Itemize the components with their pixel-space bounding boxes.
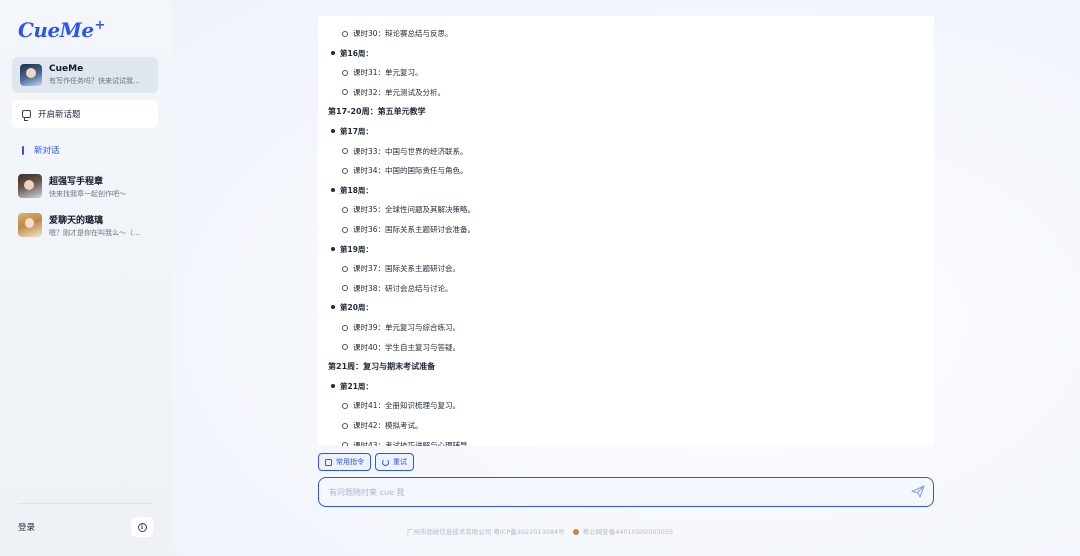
send-icon[interactable] xyxy=(911,485,925,498)
section-heading: 第17-20周：第五单元教学 xyxy=(328,107,426,117)
lesson-item: 课时37：国际关系主题研讨会。 xyxy=(341,264,461,274)
lesson-item: 课时33：中国与世界的经济联系。 xyxy=(342,146,468,156)
police-badge-icon xyxy=(572,529,579,535)
sidebar: CueMe+ CueMe 有写作任务吗？快来试试我... 开启新话题 新对话 超… xyxy=(0,0,172,556)
lesson-item: 课时36：国际关系主题研讨会准备。 xyxy=(341,225,476,234)
agent-card-text: CueMe 有写作任务吗？快来试试我... xyxy=(49,64,140,86)
avatar xyxy=(18,174,42,198)
lesson-item: 课时40：学生自主复习与答疑。 xyxy=(341,342,461,352)
sidebar-divider xyxy=(18,503,152,504)
lesson-item: 课时31：单元复习。 xyxy=(342,68,423,78)
chat-bubble-icon xyxy=(22,110,31,121)
week-item: 第20周： xyxy=(331,303,373,313)
conversation-subtitle: 快来找我章一起创作吧～ xyxy=(49,189,126,198)
week-item: 第17周： xyxy=(331,127,373,136)
agent-name: CueMe xyxy=(49,64,84,74)
section-heading: 第21周：复习与期末考试准备 xyxy=(328,362,436,372)
lesson-item: 课时42：模拟考试。 xyxy=(342,421,423,430)
retry-button[interactable]: 重试 xyxy=(375,453,414,471)
common-commands-button[interactable]: 常用指令 xyxy=(318,453,371,471)
lesson-item: 课时32：单元测试及分析。 xyxy=(341,87,446,97)
lesson-item: 课时35：全球性问题及其解决策略。 xyxy=(341,205,476,215)
conversation-text: 爱聊天的璐璃 嗯？刚才是你在叫我么～（... xyxy=(49,213,140,238)
refresh-icon xyxy=(382,458,389,466)
conversation-item[interactable]: 爱聊天的璐璃 嗯？刚才是你在叫我么～（... xyxy=(18,212,164,238)
logo-text: CueMe xyxy=(18,18,94,42)
chat-message-panel: 课时30：辩论赛总结与反思。第16周： 课时31：单元复习。课时32：单元测试及分… xyxy=(318,16,934,446)
week-item: 第19周： xyxy=(331,244,373,254)
lesson-item: 课时30：辩论赛总结与反思。 xyxy=(342,29,453,38)
main-area: 课时30：辩论赛总结与反思。第16周： 课时31：单元复习。课时32：单元测试及分… xyxy=(172,0,1080,556)
chat-input-box xyxy=(318,477,934,507)
lesson-item: 课时38：研讨会总结与讨论。 xyxy=(342,283,453,293)
agent-subtitle: 有写作任务吗？快来试试我... xyxy=(49,77,140,85)
retry-label: 重试 xyxy=(393,458,407,466)
conversation-text: 超强写手程章 快来找我章一起创作吧～ xyxy=(49,174,126,199)
logo-mark: + xyxy=(94,18,106,33)
command-icon xyxy=(325,458,332,466)
week-item: 第18周： xyxy=(331,185,373,195)
agent-card-cueme[interactable]: CueMe 有写作任务吗？快来试试我... xyxy=(12,57,158,93)
conversation-title: 超强写手程章 xyxy=(49,176,104,187)
lesson-item: 课时39：单元复习与综合练习。 xyxy=(341,323,461,332)
new-topic-button[interactable]: 开启新话题 xyxy=(12,100,158,128)
logo[interactable]: CueMe+ xyxy=(18,18,105,42)
footer: 广州市劲锐信息技术有限公司 粤ICP备2022013084号 粤公网安备4401… xyxy=(0,526,1080,536)
lesson-item: 课时34：中国的国际责任与角色。 xyxy=(342,166,468,176)
week-item: 第21周： xyxy=(331,381,373,391)
active-indicator xyxy=(22,145,24,155)
conversation-item[interactable]: 超强写手程章 快来找我章一起创作吧～ xyxy=(18,173,164,199)
avatar xyxy=(18,213,42,237)
new-topic-label: 开启新话题 xyxy=(38,110,81,120)
week-item: 第16周： xyxy=(331,48,373,58)
quick-actions: 常用指令 重试 xyxy=(318,453,414,471)
conversation-subtitle: 嗯？刚才是你在叫我么～（... xyxy=(49,228,140,237)
common-commands-label: 常用指令 xyxy=(336,458,364,466)
new-dialog-label: 新对话 xyxy=(34,146,60,156)
lesson-item: 课时43：考试技巧讲解与心理辅导。 xyxy=(341,440,475,446)
lesson-item: 课时41：全册知识梳理与复习。 xyxy=(341,401,461,411)
avatar xyxy=(20,64,42,86)
conversation-title: 爱聊天的璐璃 xyxy=(49,215,104,226)
footer-police-record[interactable]: 粤公网安备44010502003055 xyxy=(583,528,673,536)
chat-input[interactable] xyxy=(329,487,889,497)
footer-company[interactable]: 广州市劲锐信息技术有限公司 粤ICP备2022013084号 xyxy=(407,528,565,536)
conversation-item-new[interactable]: 新对话 xyxy=(22,144,60,156)
